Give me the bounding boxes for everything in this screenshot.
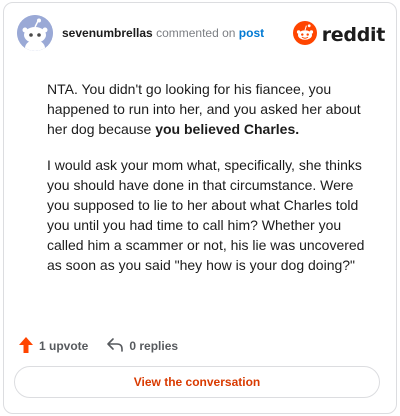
upvote-count: 1 upvote <box>39 339 89 353</box>
post-link[interactable]: post <box>239 26 264 40</box>
reddit-brand[interactable]: reddit <box>292 20 386 50</box>
upvote-arrow-icon <box>18 336 39 357</box>
view-conversation-button[interactable]: View the conversation <box>14 366 380 398</box>
action-text: commented on <box>156 26 236 40</box>
brand-wordmark: reddit <box>321 24 386 46</box>
upvote-action[interactable]: 1 upvote <box>18 336 88 357</box>
comment-header: sevenumbrellas commented on post reddit <box>17 15 385 51</box>
commenter-line: sevenumbrellas commented on post <box>62 25 264 41</box>
comment-body: NTA. You didn't go looking for his fianc… <box>47 79 367 291</box>
comment-actions: 1 upvote 0 replies <box>18 336 196 356</box>
comment-paragraph-1: NTA. You didn't go looking for his fianc… <box>47 79 367 139</box>
comment-p1-bold: you believed Charles. <box>155 121 300 137</box>
replies-action[interactable]: 0 replies <box>106 337 178 356</box>
comment-paragraph-2: I would ask your mom what, specifically,… <box>47 157 365 273</box>
username[interactable]: sevenumbrellas <box>62 26 153 40</box>
snoo-avatar-icon[interactable] <box>17 15 53 51</box>
comment-card: sevenumbrellas commented on post reddit <box>3 2 397 414</box>
reddit-logo-icon <box>292 20 317 50</box>
reply-arrow-icon <box>106 337 129 356</box>
replies-count: 0 replies <box>129 339 179 353</box>
